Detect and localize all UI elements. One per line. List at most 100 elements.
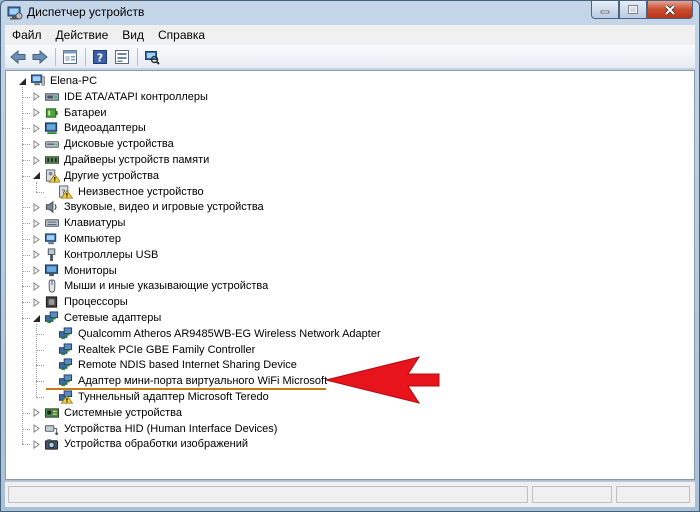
tree-item-label: Устройства HID (Human Interface Devices) <box>64 422 278 435</box>
tree-connector <box>36 333 44 335</box>
help-button[interactable]: ? <box>91 48 109 66</box>
expanded-triangle-icon[interactable] <box>32 171 41 180</box>
tree-item-monitors[interactable]: Мониторы <box>32 263 117 279</box>
collapsed-triangle-icon[interactable] <box>32 266 41 276</box>
network-adapter-warning-icon <box>58 390 74 404</box>
tree-item-keyboards[interactable]: Клавиатуры <box>32 215 125 231</box>
expanded-triangle-icon[interactable] <box>32 314 41 323</box>
view-icon <box>115 49 129 64</box>
tree-item-unknown-device[interactable]: ? Неизвестное устройство <box>46 184 204 200</box>
network-adapter-icon <box>58 374 74 388</box>
mouse-icon <box>44 279 60 293</box>
tree-item-label: Remote NDIS based Internet Sharing Devic… <box>78 359 297 372</box>
view-button[interactable] <box>113 48 131 66</box>
tree-item-video[interactable]: Видеоадаптеры <box>32 120 146 136</box>
title-bar[interactable]: Диспетчер устройств <box>1 1 699 25</box>
tree-connector <box>36 191 44 193</box>
tree-item-disks[interactable]: Дисковые устройства <box>32 136 174 152</box>
tree-connector <box>22 223 30 225</box>
collapsed-triangle-icon[interactable] <box>32 408 41 418</box>
tree-connector <box>22 302 30 304</box>
scan-hardware-icon <box>145 50 160 65</box>
red-arrow-annotation <box>325 356 440 404</box>
tree-item-virtual-wifi[interactable]: Адаптер мини-порта виртуального WiFi Mic… <box>46 373 327 389</box>
tree-item-sound[interactable]: Звуковые, видео и игровые устройства <box>32 199 264 215</box>
collapsed-triangle-icon[interactable] <box>32 439 41 449</box>
tree-item-imaging[interactable]: Устройства обработки изображений <box>32 436 248 452</box>
scan-hardware-button[interactable] <box>143 48 161 66</box>
network-adapter-icon <box>58 343 74 357</box>
tree-connector <box>22 144 30 146</box>
back-icon <box>10 49 26 64</box>
hid-icon <box>44 422 60 436</box>
collapsed-triangle-icon[interactable] <box>32 297 41 307</box>
forward-button[interactable] <box>31 48 49 66</box>
tree-item-computer[interactable]: Компьютер <box>32 231 121 247</box>
maximize-button[interactable] <box>619 1 647 19</box>
collapsed-triangle-icon[interactable] <box>32 250 41 260</box>
menu-item-1[interactable]: Действие <box>49 28 116 42</box>
back-button[interactable] <box>9 48 27 66</box>
toolbar-separator <box>85 47 86 66</box>
tree-root-elena-pc[interactable]: Elena-PC <box>18 73 97 89</box>
collapsed-triangle-icon[interactable] <box>32 92 41 102</box>
tree-item-label: Elena-PC <box>50 75 98 87</box>
tree-connector <box>22 96 30 98</box>
tree-connector <box>22 112 30 114</box>
tree-item-ndis[interactable]: Remote NDIS based Internet Sharing Devic… <box>46 357 297 373</box>
tree-item-mice[interactable]: Мыши и иные указывающие устройства <box>32 278 268 294</box>
tree-connector <box>22 412 30 414</box>
tree-connector <box>22 207 30 209</box>
collapsed-triangle-icon[interactable] <box>32 139 41 149</box>
tree-item-ide[interactable]: IDE ATA/ATAPI контроллеры <box>32 89 208 105</box>
collapsed-triangle-icon[interactable] <box>32 218 41 228</box>
tree-item-system[interactable]: Системные устройства <box>32 405 182 421</box>
usb-icon <box>44 248 60 262</box>
tree-item-label: Контроллеры USB <box>64 248 159 261</box>
tree-connector <box>36 381 44 383</box>
tree-connector <box>22 428 30 430</box>
menu-item-0[interactable]: Файл <box>5 28 49 42</box>
svg-text:?: ? <box>97 51 103 64</box>
tree-item-processors[interactable]: Процессоры <box>32 294 128 310</box>
tree-item-batteries[interactable]: Батареи <box>32 105 107 121</box>
collapsed-triangle-icon[interactable] <box>32 155 41 165</box>
tree-item-qualcomm[interactable]: Qualcomm Atheros AR9485WB-EG Wireless Ne… <box>46 326 381 342</box>
tree-item-realtek[interactable]: Realtek PCIe GBE Family Controller <box>46 342 255 358</box>
status-pane-2 <box>532 486 612 503</box>
collapsed-triangle-icon[interactable] <box>32 424 41 434</box>
tree-item-teredo[interactable]: Туннельный адаптер Microsoft Teredo <box>46 389 269 405</box>
help-icon: ? <box>93 49 107 64</box>
caption-buttons <box>591 1 693 21</box>
tree-item-label: Устройства обработки изображений <box>64 438 249 451</box>
network-adapter-icon <box>58 358 74 372</box>
tree-item-other[interactable]: Другие устройства <box>32 168 159 184</box>
system-devices-icon <box>44 406 60 420</box>
other-devices-icon <box>44 169 60 183</box>
tree-item-label: Процессоры <box>64 296 128 309</box>
device-tree-pane[interactable]: Elena-PC IDE ATA/ATAPI контроллеры Батареи… <box>5 70 695 480</box>
window-title: Диспетчер устройств <box>27 5 145 19</box>
menu-item-2[interactable]: Вид <box>115 28 151 42</box>
status-pane-3 <box>616 486 690 503</box>
ide-controller-icon <box>44 90 60 104</box>
network-adapter-icon <box>44 311 60 325</box>
tree-item-hid[interactable]: Устройства HID (Human Interface Devices) <box>32 421 277 437</box>
collapsed-triangle-icon[interactable] <box>32 108 41 118</box>
collapsed-triangle-icon[interactable] <box>32 234 41 244</box>
collapsed-triangle-icon[interactable] <box>32 123 41 133</box>
tree-item-label: Компьютер <box>64 233 121 245</box>
collapsed-triangle-icon[interactable] <box>32 281 41 291</box>
menu-item-3[interactable]: Справка <box>151 28 212 42</box>
tree-item-memory[interactable]: Драйверы устройств памяти <box>32 152 209 168</box>
close-button[interactable] <box>647 1 693 19</box>
properties-button[interactable] <box>61 48 79 66</box>
tree-item-label: Qualcomm Atheros AR9485WB-EG Wireless Ne… <box>78 327 381 340</box>
collapsed-triangle-icon[interactable] <box>32 202 41 212</box>
tree-connector <box>22 160 30 161</box>
tree-item-usb[interactable]: Контроллеры USB <box>32 247 158 263</box>
tree-item-network[interactable]: Сетевые адаптеры <box>32 310 161 326</box>
minimize-button[interactable] <box>591 1 619 19</box>
expanded-triangle-icon[interactable] <box>18 77 27 86</box>
